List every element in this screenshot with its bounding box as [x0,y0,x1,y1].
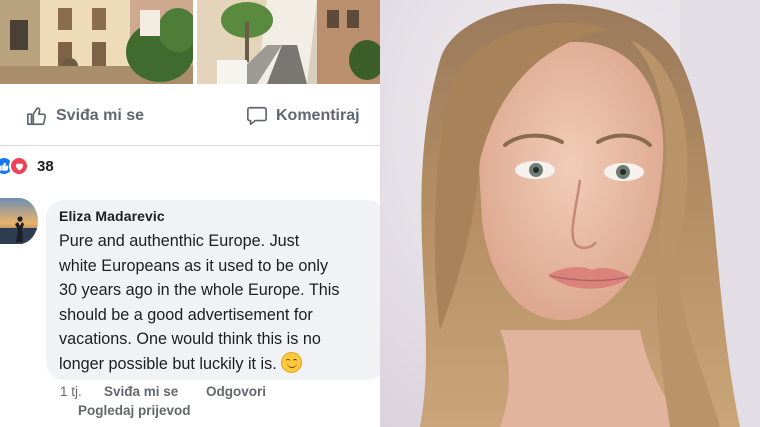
commenter-avatar[interactable] [0,198,38,244]
comment-line: should be a good advertisement for [59,305,313,324]
comment-line-last: longer possible but luckily it is. [59,351,380,377]
comment-like-link[interactable]: Sviđa mi se [104,384,206,399]
comment-author[interactable]: Eliza Madarevic [59,208,380,224]
post-photos [0,0,380,84]
like-button[interactable]: Sviđa mi se [26,105,144,127]
comment-line: longer possible but luckily it is. [59,354,277,373]
smiling-face-icon [280,351,302,373]
comment-reply-link[interactable]: Odgovori [206,384,266,399]
see-translation-link[interactable]: Pogledaj prijevod [78,403,191,418]
post-photo-alley[interactable] [197,0,380,84]
thumbs-up-icon [27,107,47,126]
love-reaction-icon [9,156,29,176]
divider [0,145,380,146]
comment-button-label: Komentiraj [276,107,360,124]
comment-button[interactable]: Komentiraj [246,105,360,127]
comment-line: vacations. One would think this is no [59,330,321,348]
comment-line: 30 years ago in the whole Europe. This [59,281,340,299]
reaction-count: 38 [37,157,54,175]
post-action-bar: Sviđa mi se Komentiraj [0,97,380,141]
like-button-label: Sviđa mi se [56,107,145,124]
portrait-photo [380,0,760,427]
facebook-post-screenshot: Sviđa mi se Komentiraj 38 Eliza Madarevi… [0,0,380,427]
comment-line: white Europeans as it used to be only [59,256,329,275]
comment-timestamp[interactable]: 1 tj. [60,384,104,399]
comment-line: Pure and authenthic Europe. Just [59,232,300,250]
reaction-summary[interactable]: 38 [0,156,54,176]
comment-bubble: Eliza Madarevic Pure and authenthic Euro… [46,200,380,380]
comment-meta: 1 tj. Sviđa mi se Odgovori [60,384,266,399]
post-photo-street-building[interactable] [0,0,193,84]
comment-text: Pure and authenthic Europe. Just white E… [59,229,380,376]
speech-bubble-icon [247,106,267,126]
